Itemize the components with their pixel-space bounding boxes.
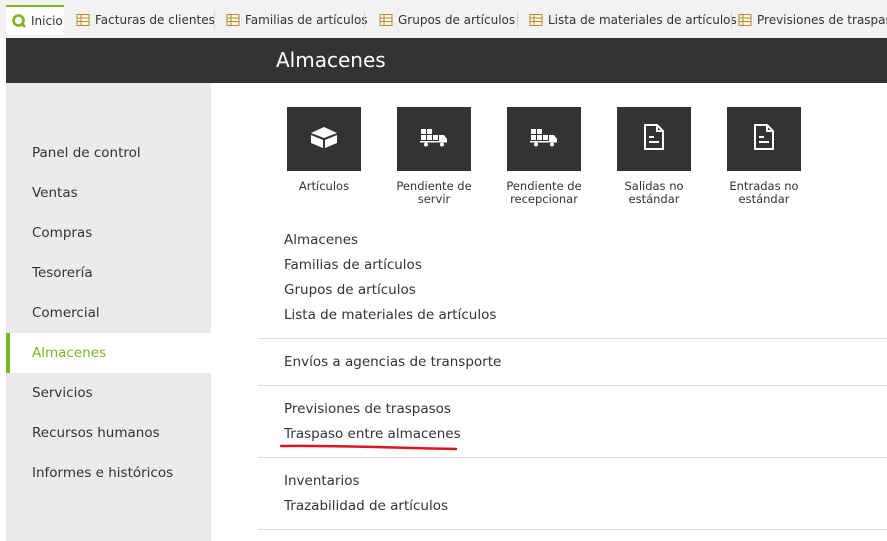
table-icon xyxy=(738,13,752,27)
tile-box xyxy=(507,107,581,171)
app-logo-icon xyxy=(12,14,26,28)
divider xyxy=(258,529,887,530)
link-previsiones-de-traspasos[interactable]: Previsiones de traspasos xyxy=(284,401,451,417)
table-icon xyxy=(529,13,543,27)
tab-bar: Inicio Facturas de clientes Familias de … xyxy=(0,0,887,38)
sidebar-item-panel-de-control[interactable]: Panel de control xyxy=(6,133,211,173)
sidebar-item-comercial[interactable]: Comercial xyxy=(6,293,211,333)
divider xyxy=(258,385,887,386)
tile-label: Salidas no estándar xyxy=(624,179,684,206)
tab-familias-de-articulos[interactable]: Familias de artículos xyxy=(220,6,368,34)
tab-separator xyxy=(364,12,365,28)
tile-label: Artículos xyxy=(298,179,350,193)
tile-label: Pendiente de servir xyxy=(396,179,472,206)
tab-separator xyxy=(517,12,518,28)
tab-lista-de-materiales[interactable]: Lista de materiales de artículos xyxy=(523,6,737,34)
sidebar-item-ventas[interactable]: Ventas xyxy=(6,173,211,213)
tile-entradas-no-estandar[interactable]: Entradas no estándar xyxy=(709,107,819,206)
sidebar: Panel de control Ventas Compras Tesorerí… xyxy=(6,83,211,541)
sidebar-item-almacenes[interactable]: Almacenes xyxy=(6,333,211,373)
tab-label: Facturas de clientes xyxy=(95,13,215,27)
link-traspaso-entre-almacenes[interactable]: Traspaso entre almacenes xyxy=(284,426,461,442)
link-inventarios[interactable]: Inventarios xyxy=(284,473,360,489)
link-familias-de-articulos[interactable]: Familias de artículos xyxy=(284,257,422,273)
tab-separator xyxy=(214,12,215,28)
tab-inicio[interactable]: Inicio xyxy=(6,5,64,35)
page-title: Almacenes xyxy=(276,48,386,72)
divider xyxy=(258,457,887,458)
table-icon xyxy=(76,13,90,27)
tile-label: Entradas no estándar xyxy=(729,179,799,206)
tile-box xyxy=(727,107,801,171)
tile-label: Pendiente de recepcionar xyxy=(506,179,582,206)
tab-previsiones-de-traspaso[interactable]: Previsiones de traspaso de xyxy=(732,6,887,34)
tab-facturas-de-clientes[interactable]: Facturas de clientes xyxy=(70,6,215,34)
sidebar-item-recursos-humanos[interactable]: Recursos humanos xyxy=(6,413,211,453)
tab-label: Lista de materiales de artículos xyxy=(548,13,737,27)
sidebar-item-compras[interactable]: Compras xyxy=(6,213,211,253)
document-icon xyxy=(643,124,665,154)
sidebar-item-servicios[interactable]: Servicios xyxy=(6,373,211,413)
link-envios-a-agencias-de-transporte[interactable]: Envíos a agencias de transporte xyxy=(284,354,501,370)
tile-box xyxy=(617,107,691,171)
table-icon xyxy=(226,13,240,27)
table-icon xyxy=(379,13,393,27)
box-icon xyxy=(309,125,339,153)
link-trazabilidad-de-articulos[interactable]: Trazabilidad de artículos xyxy=(284,498,448,514)
tab-grupos-de-articulos[interactable]: Grupos de artículos xyxy=(373,6,518,34)
page-header: Almacenes xyxy=(6,38,887,83)
tile-pendiente-de-servir[interactable]: Pendiente de servir xyxy=(379,107,489,206)
truck-icon xyxy=(529,127,559,151)
tab-label: Inicio xyxy=(31,14,63,28)
sidebar-item-tesoreria[interactable]: Tesorería xyxy=(6,253,211,293)
tab-label: Grupos de artículos xyxy=(398,13,516,27)
tile-box xyxy=(287,107,361,171)
tab-label: Previsiones de traspaso de xyxy=(757,13,887,27)
truck-icon xyxy=(419,127,449,151)
tile-box xyxy=(397,107,471,171)
sidebar-item-informes-e-historicos[interactable]: Informes e históricos xyxy=(6,453,211,493)
tile-pendiente-de-recepcionar[interactable]: Pendiente de recepcionar xyxy=(489,107,599,206)
tile-articulos[interactable]: Artículos xyxy=(269,107,379,193)
divider xyxy=(258,338,887,339)
tab-label: Familias de artículos xyxy=(245,13,368,27)
link-lista-de-materiales-de-articulos[interactable]: Lista de materiales de artículos xyxy=(284,307,496,323)
document-icon xyxy=(753,124,775,154)
link-grupos-de-articulos[interactable]: Grupos de artículos xyxy=(284,282,416,298)
tile-salidas-no-estandar[interactable]: Salidas no estándar xyxy=(599,107,709,206)
link-almacenes[interactable]: Almacenes xyxy=(284,232,358,248)
